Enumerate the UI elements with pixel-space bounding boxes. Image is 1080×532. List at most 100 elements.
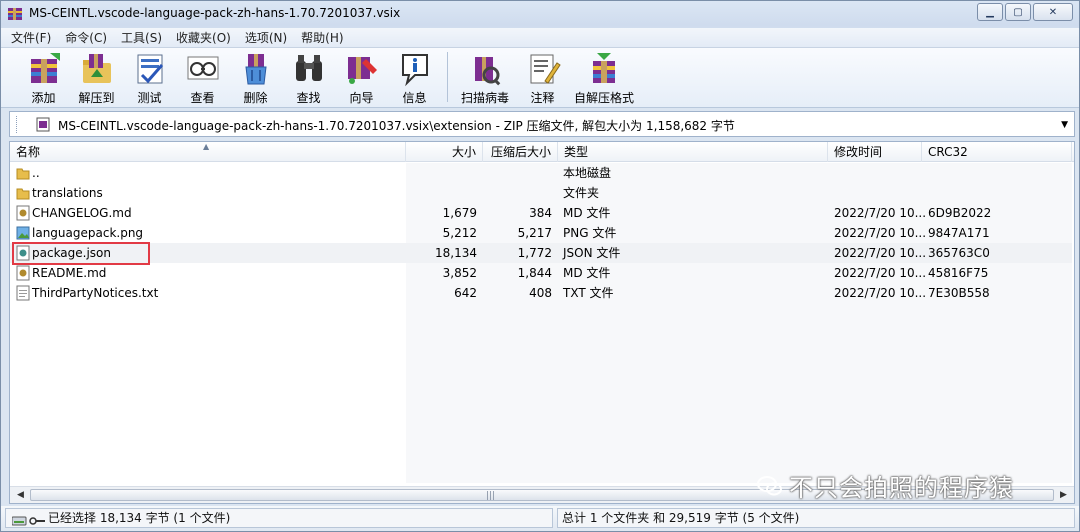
menu-options[interactable]: 选项(N) (245, 29, 287, 46)
file-modified: 2022/7/20 10... (834, 206, 927, 220)
view-label: 查看 (190, 91, 215, 105)
info-button[interactable]: 信息 (388, 48, 441, 106)
file-packed: 1,844 (517, 266, 552, 280)
delete-button[interactable]: 删除 (229, 48, 282, 106)
md-file-icon (16, 265, 30, 281)
file-packed (483, 183, 552, 203)
file-crc: 6D9B2022 (928, 206, 992, 220)
watermark: 不只会拍照的程序猿 (757, 468, 1014, 503)
wizard-button[interactable]: 向导 (335, 48, 388, 106)
menu-command[interactable]: 命令(C) (65, 29, 107, 46)
table-row[interactable]: README.md 3,852 1,844 MD 文件 2022/7/20 10… (10, 263, 1072, 283)
table-row-selected[interactable]: package.json 18,134 1,772 JSON 文件 2022/7… (10, 243, 1072, 263)
status-total-text: 总计 1 个文件夹 和 29,519 字节 (5 个文件) (562, 511, 800, 525)
file-size: 642 (454, 286, 477, 300)
scrollbar-grip-icon: ||| (486, 491, 496, 501)
winrar-app-icon (8, 8, 22, 20)
md-file-icon (16, 205, 30, 221)
column-type[interactable]: 类型 (558, 142, 828, 162)
table-row[interactable]: languagepack.png 5,212 5,217 PNG 文件 2022… (10, 223, 1072, 243)
file-size: 1,679 (442, 206, 477, 220)
file-packed (483, 163, 552, 183)
file-type: MD 文件 (563, 206, 611, 220)
sfx-button[interactable]: 自解压格式 (569, 48, 639, 106)
extract-to-button[interactable]: 解压到 (70, 48, 123, 106)
test-button[interactable]: 测试 (123, 48, 176, 106)
close-button[interactable]: ✕ (1033, 3, 1073, 21)
table-row[interactable]: .. 本地磁盘 (10, 163, 1072, 183)
file-name: ThirdPartyNotices.txt (32, 286, 159, 300)
file-size: 5,212 (442, 226, 477, 240)
file-crc: 7E30B558 (928, 286, 990, 300)
file-packed: 5,217 (517, 226, 552, 240)
minimize-button[interactable]: ▁ (977, 3, 1003, 21)
toolbar: 添加 解压到 测试 查看 删除 查找 向导 信息 扫描病毒 注释 自解压格式 (1, 48, 1079, 108)
address-bar[interactable]: MS-CEINTL.vscode-language-pack-zh-hans-1… (9, 111, 1075, 137)
txt-file-icon (16, 285, 30, 301)
file-type: JSON 文件 (563, 246, 621, 260)
file-size: 3,852 (442, 266, 477, 280)
comment-label: 注释 (530, 91, 555, 105)
folder-icon (16, 188, 30, 200)
view-icon (187, 56, 218, 80)
table-row[interactable]: translations 文件夹 (10, 183, 1072, 203)
file-type: 文件夹 (563, 186, 600, 200)
menu-bar: 文件(F) 命令(C) 工具(S) 收藏夹(O) 选项(N) 帮助(H) (1, 28, 1079, 48)
file-name: .. (32, 166, 40, 180)
maximize-button[interactable]: ▢ (1005, 3, 1031, 21)
sfx-label: 自解压格式 (573, 91, 634, 105)
comment-icon (530, 54, 561, 84)
menu-file[interactable]: 文件(F) (11, 29, 51, 46)
title-bar: MS-CEINTL.vscode-language-pack-zh-hans-1… (1, 1, 1079, 28)
virus-scan-button[interactable]: 扫描病毒 (454, 48, 516, 106)
comment-button[interactable]: 注释 (516, 48, 569, 106)
table-row[interactable]: CHANGELOG.md 1,679 384 MD 文件 2022/7/20 1… (10, 203, 1072, 223)
find-button[interactable]: 查找 (282, 48, 335, 106)
file-packed: 408 (529, 286, 552, 300)
file-packed: 384 (529, 206, 552, 220)
menu-tools[interactable]: 工具(S) (121, 29, 162, 46)
scroll-right-icon[interactable]: ▶ (1055, 488, 1072, 502)
menu-favorites[interactable]: 收藏夹(O) (176, 29, 231, 46)
column-modified[interactable]: 修改时间 (828, 142, 922, 162)
file-crc: 365763C0 (928, 246, 990, 260)
file-type: MD 文件 (563, 266, 611, 280)
wechat-icon (757, 475, 782, 495)
file-type: TXT 文件 (563, 286, 614, 300)
window-title: MS-CEINTL.vscode-language-pack-zh-hans-1… (29, 6, 401, 20)
column-size[interactable]: 大小 (406, 142, 483, 162)
scroll-left-icon[interactable]: ◀ (12, 488, 29, 502)
column-packed[interactable]: 压缩后大小 (483, 142, 558, 162)
menu-help[interactable]: 帮助(H) (301, 29, 343, 46)
test-label: 测试 (137, 91, 162, 105)
drive-key-icon (12, 516, 45, 526)
extract-to-icon (82, 54, 111, 83)
delete-icon (244, 54, 267, 85)
view-button[interactable]: 查看 (176, 48, 229, 106)
status-total-pane: 总计 1 个文件夹 和 29,519 字节 (5 个文件) (557, 508, 1075, 528)
address-grip (16, 116, 19, 133)
table-row[interactable]: ThirdPartyNotices.txt 642 408 TXT 文件 202… (10, 283, 1072, 303)
window-controls: ▁ ▢ ✕ (977, 3, 1073, 21)
add-label: 添加 (31, 91, 56, 105)
sfx-icon (593, 53, 615, 83)
minimize-icon: ▁ (986, 6, 994, 18)
virus-scan-icon (475, 57, 501, 86)
file-size (406, 183, 477, 203)
close-icon: ✕ (1048, 6, 1058, 18)
file-packed: 1,772 (517, 246, 552, 260)
virus-scan-label: 扫描病毒 (460, 91, 509, 105)
status-selection-text: 已经选择 18,134 字节 (1 个文件) (48, 511, 231, 525)
file-modified: 2022/7/20 10... (834, 246, 927, 260)
chevron-down-icon[interactable]: ▼ (1061, 120, 1068, 130)
test-icon (137, 54, 163, 84)
column-header: 名称 ▲ 大小 压缩后大小 类型 修改时间 CRC32 (10, 142, 1074, 162)
add-button[interactable]: 添加 (17, 48, 70, 106)
column-crc[interactable]: CRC32 (922, 142, 1072, 162)
file-type: 本地磁盘 (563, 166, 612, 180)
file-size (406, 163, 477, 183)
highlight-annotation (12, 242, 150, 265)
find-label: 查找 (296, 91, 321, 105)
file-name: translations (32, 186, 103, 200)
maximize-icon: ▢ (1013, 6, 1023, 18)
